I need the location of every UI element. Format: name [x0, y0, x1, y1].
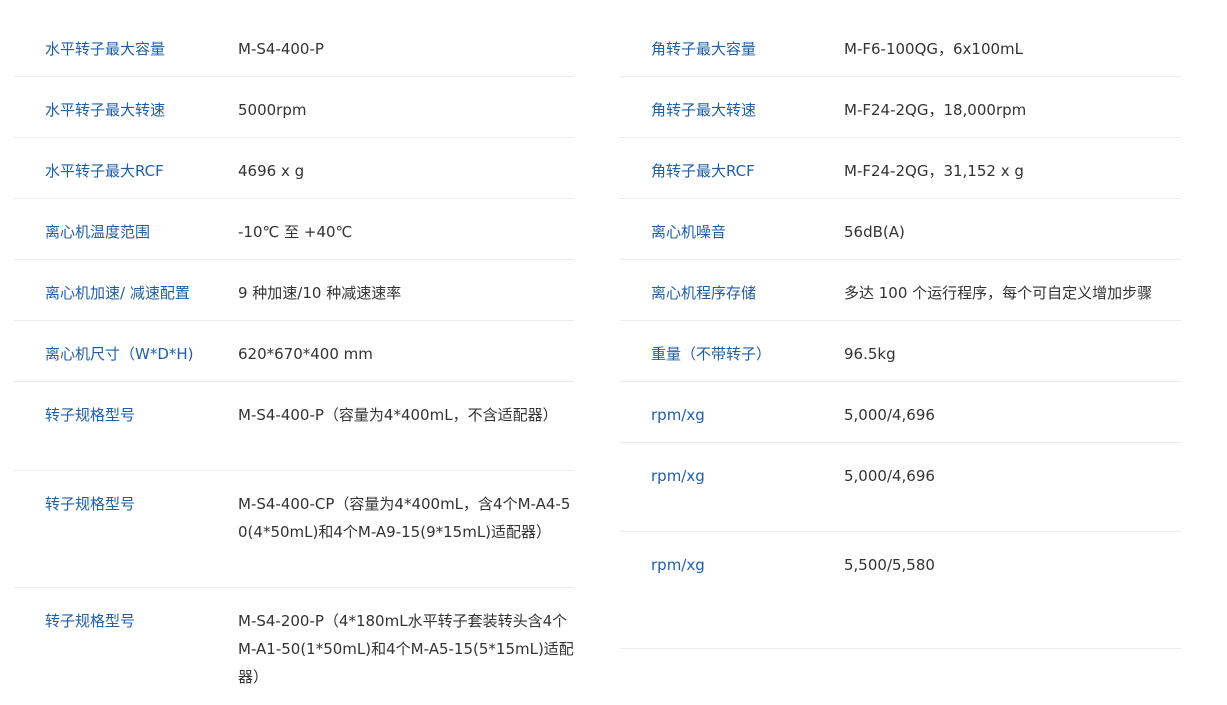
spec-row: 角转子最大RCF M-F24-2QG，31,152 x g [620, 138, 1181, 199]
spec-row: rpm/xg 5,000/4,696 [620, 443, 1181, 532]
spec-row: 离心机噪音 56dB(A) [620, 199, 1181, 260]
spec-label: 转子规格型号 [45, 612, 136, 630]
spec-label: 角转子最大转速 [651, 101, 757, 119]
spec-value: 5,500/5,580 [844, 556, 935, 574]
spec-value: M-F6-100QG，6x100mL [844, 40, 1024, 58]
spec-row: 转子规格型号 M-S4-200-P（4*180mL水平转子套装转头含4个M-A1… [14, 588, 574, 705]
spec-label: 离心机噪音 [651, 223, 727, 241]
spec-row: 水平转子最大转速 5000rpm [14, 77, 574, 138]
spec-row: 转子规格型号 M-S4-400-CP（容量为4*400mL，含4个M-A4-50… [14, 471, 574, 588]
spec-value: 5,000/4,696 [844, 467, 935, 485]
spec-label: 转子规格型号 [45, 495, 136, 513]
spec-value: M-F24-2QG，31,152 x g [844, 162, 1024, 180]
spec-value: 4696 x g [238, 162, 305, 180]
spec-table-right: 角转子最大容量 M-F6-100QG，6x100mL 角转子最大转速 M-F24… [620, 16, 1181, 649]
spec-label: rpm/xg [651, 556, 705, 574]
spec-value: 5,000/4,696 [844, 406, 935, 424]
spec-row: 离心机温度范围 -10℃ 至 +40℃ [14, 199, 574, 260]
spec-row: 角转子最大容量 M-F6-100QG，6x100mL [620, 16, 1181, 77]
spec-row: 离心机程序存储 多达 100 个运行程序，每个可自定义增加步骤 [620, 260, 1181, 321]
spec-row: 离心机加速/ 减速配置 9 种加速/10 种减速速率 [14, 260, 574, 321]
spec-row: 转子规格型号 M-S4-400-P（容量为4*400mL，不含适配器） [14, 382, 574, 471]
spec-label: 角转子最大RCF [651, 162, 755, 180]
spec-label: 水平转子最大容量 [45, 40, 166, 58]
spec-label: 角转子最大容量 [651, 40, 757, 58]
spec-value: 96.5kg [844, 345, 896, 363]
spec-row: 水平转子最大RCF 4696 x g [14, 138, 574, 199]
spec-label: 水平转子最大转速 [45, 101, 166, 119]
spec-label: 水平转子最大RCF [45, 162, 164, 180]
spec-value: 620*670*400 mm [238, 345, 373, 363]
spec-table-left: 水平转子最大容量 M-S4-400-P 水平转子最大转速 5000rpm 水平转… [14, 16, 574, 705]
spec-row: 离心机尺寸（W*D*H) 620*670*400 mm [14, 321, 574, 382]
spec-label: rpm/xg [651, 467, 705, 485]
spec-value: 9 种加速/10 种减速速率 [238, 284, 402, 302]
spec-row: 重量（不带转子） 96.5kg [620, 321, 1181, 382]
spec-row: rpm/xg 5,000/4,696 [620, 382, 1181, 443]
spec-label: rpm/xg [651, 406, 705, 424]
spec-label: 离心机温度范围 [45, 223, 151, 241]
spec-label: 离心机程序存储 [651, 284, 757, 302]
spec-value: -10℃ 至 +40℃ [238, 223, 353, 241]
spec-label: 转子规格型号 [45, 406, 136, 424]
spec-label: 重量（不带转子） [651, 345, 772, 363]
spec-label: 离心机加速/ 减速配置 [45, 284, 190, 302]
spec-value: M-S4-200-P（4*180mL水平转子套装转头含4个M-A1-50(1*5… [238, 612, 574, 686]
spec-row: 水平转子最大容量 M-S4-400-P [14, 16, 574, 77]
spec-value: 5000rpm [238, 101, 307, 119]
spec-value: M-S4-400-P [238, 40, 324, 58]
spec-row: 角转子最大转速 M-F24-2QG，18,000rpm [620, 77, 1181, 138]
spec-value: M-S4-400-P（容量为4*400mL，不含适配器） [238, 406, 558, 424]
spec-label: 离心机尺寸（W*D*H) [45, 345, 194, 363]
spec-value: 56dB(A) [844, 223, 905, 241]
spec-row: rpm/xg 5,500/5,580 [620, 532, 1181, 649]
spec-value: M-F24-2QG，18,000rpm [844, 101, 1027, 119]
spec-value: 多达 100 个运行程序，每个可自定义增加步骤 [844, 284, 1153, 302]
spec-value: M-S4-400-CP（容量为4*400mL，含4个M-A4-50(4*50mL… [238, 495, 571, 541]
